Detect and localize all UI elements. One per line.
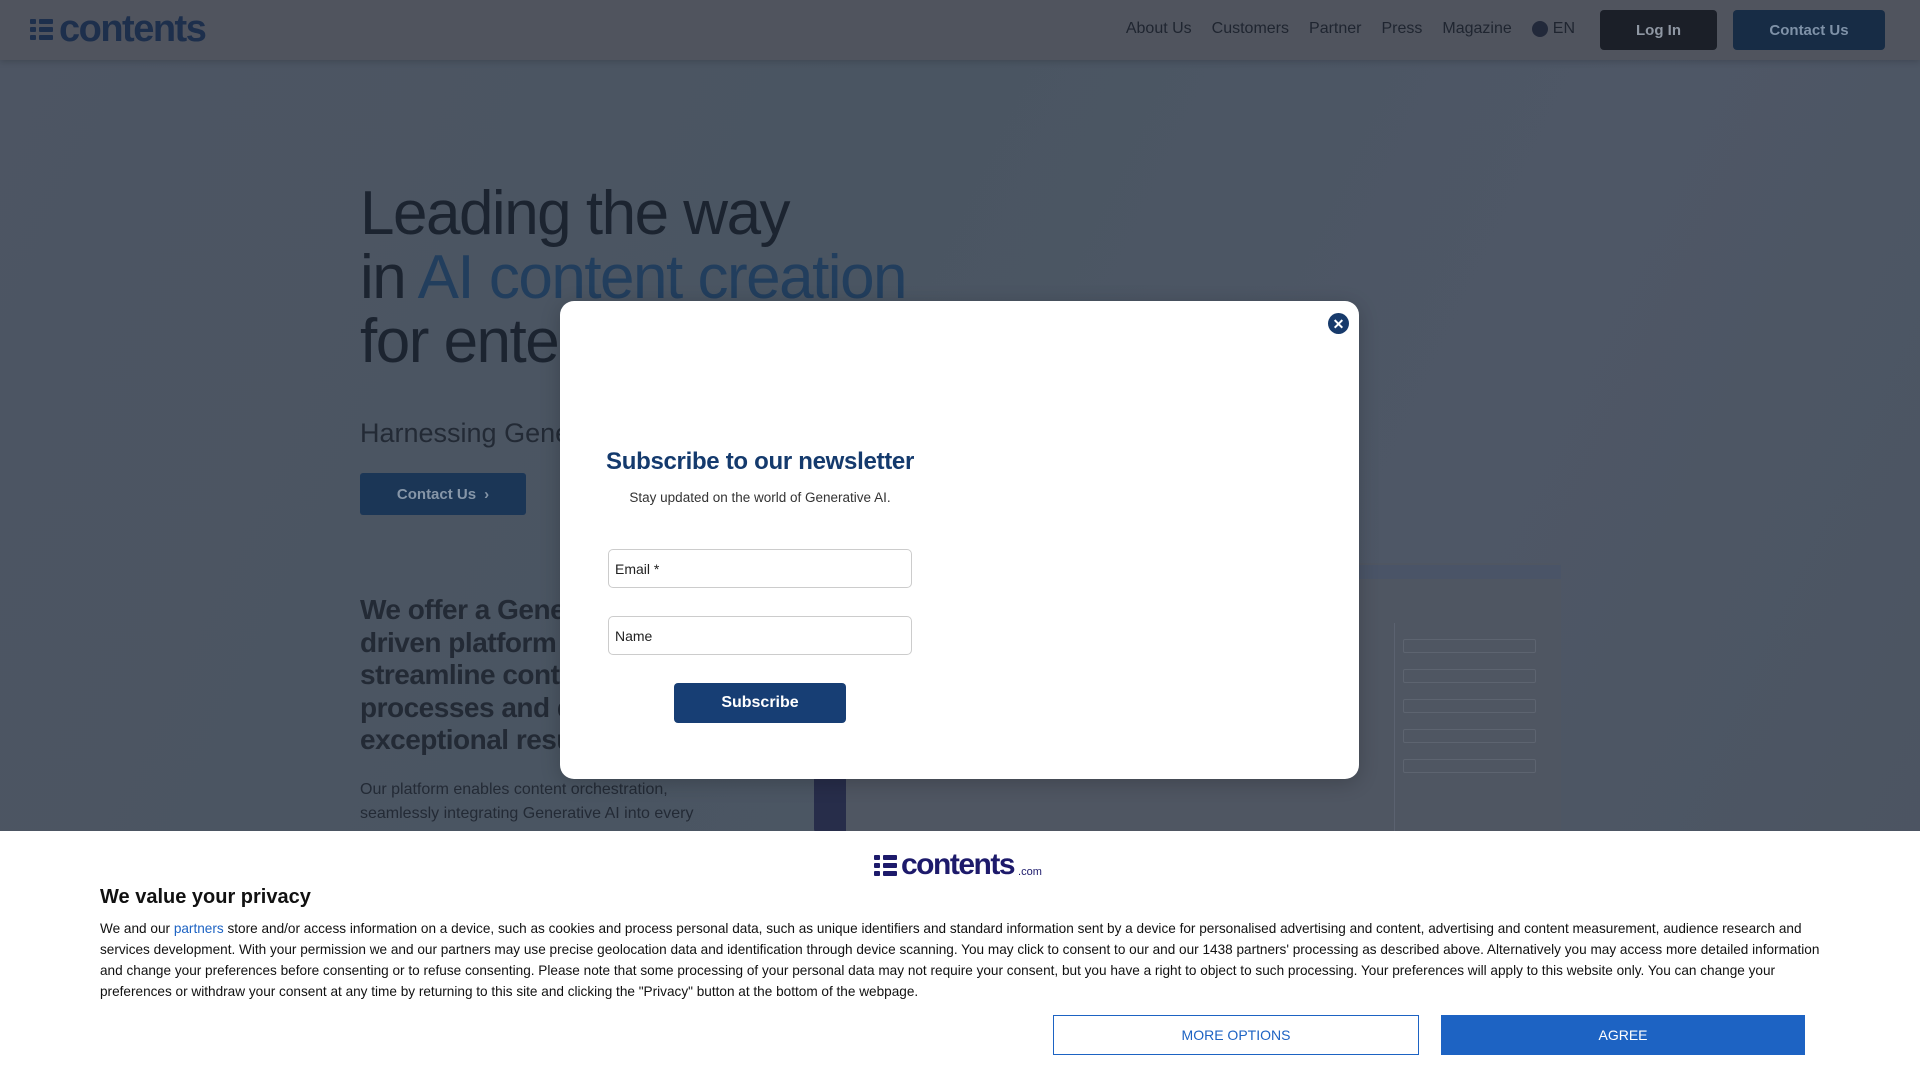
offer-line: driven platform <box>360 626 557 658</box>
cookie-logo: contents .com <box>874 848 1042 882</box>
cookie-title: We value your privacy <box>100 886 311 908</box>
subscribe-button[interactable]: Subscribe <box>674 683 846 723</box>
login-button[interactable]: Log In <box>1600 10 1717 50</box>
name-field[interactable]: Name <box>608 616 912 655</box>
modal-title: Subscribe to our newsletter <box>606 448 914 475</box>
globe-icon <box>1531 21 1548 37</box>
offer-heading: We offer a Gene driven platform streamli… <box>360 594 575 757</box>
list-icon <box>30 19 53 40</box>
logo-text: contents <box>901 848 1016 881</box>
offer-line: processes and d <box>360 691 574 723</box>
list-icon <box>874 854 897 876</box>
language-label: EN <box>1552 20 1575 37</box>
paragraph-line: seamlessly integrating Generative AI int… <box>360 805 694 822</box>
contact-us-button[interactable]: Contact Us <box>1733 10 1885 50</box>
app-panel <box>1394 623 1544 833</box>
modal-subtitle: Stay updated on the world of Generative … <box>629 490 891 505</box>
nav-customers[interactable]: Customers <box>1212 20 1289 38</box>
close-icon[interactable]: ✕ <box>1328 313 1349 334</box>
headline-line: in <box>360 243 418 312</box>
app-titlebar <box>1354 565 1561 579</box>
nav-partner[interactable]: Partner <box>1309 20 1361 38</box>
offer-line: streamline conte <box>360 659 575 690</box>
hero-subtitle: Harnessing Gene <box>360 418 571 448</box>
offer-line: We offer a Gene <box>360 594 566 625</box>
nav-press[interactable]: Press <box>1381 20 1422 38</box>
nav-magazine[interactable]: Magazine <box>1442 20 1511 38</box>
logo-suffix: .com <box>1018 866 1042 878</box>
agree-button[interactable]: AGREE <box>1441 1015 1805 1055</box>
more-options-button[interactable]: MORE OPTIONS <box>1053 1015 1419 1055</box>
text: We and our <box>100 921 174 936</box>
offer-line: exceptional resu <box>360 724 573 755</box>
language-selector[interactable]: EN <box>1531 20 1575 38</box>
top-nav: contents About Us Customers Partner Pres… <box>0 0 1920 60</box>
logo[interactable]: contents <box>30 8 207 51</box>
name-label: Name <box>615 627 653 644</box>
partners-link[interactable]: partners <box>174 921 224 936</box>
hero-paragraph: Our platform enables content orchestrati… <box>360 778 694 826</box>
chevron-right-icon: › <box>484 485 490 503</box>
button-label: Contact Us <box>396 485 477 503</box>
nav-about-us[interactable]: About Us <box>1126 20 1192 38</box>
email-field[interactable]: Email * <box>608 549 912 588</box>
paragraph-line: Our platform enables content orchestrati… <box>360 781 668 798</box>
hero-contact-button[interactable]: Contact Us › <box>360 473 526 515</box>
logo-text: contents <box>59 8 207 50</box>
headline-line: Leading the way <box>360 179 791 248</box>
email-label: Email * <box>615 560 660 577</box>
cookie-text: We and our partners store and/or access … <box>100 918 1825 1002</box>
text: store and/or access information on a dev… <box>100 921 1820 999</box>
